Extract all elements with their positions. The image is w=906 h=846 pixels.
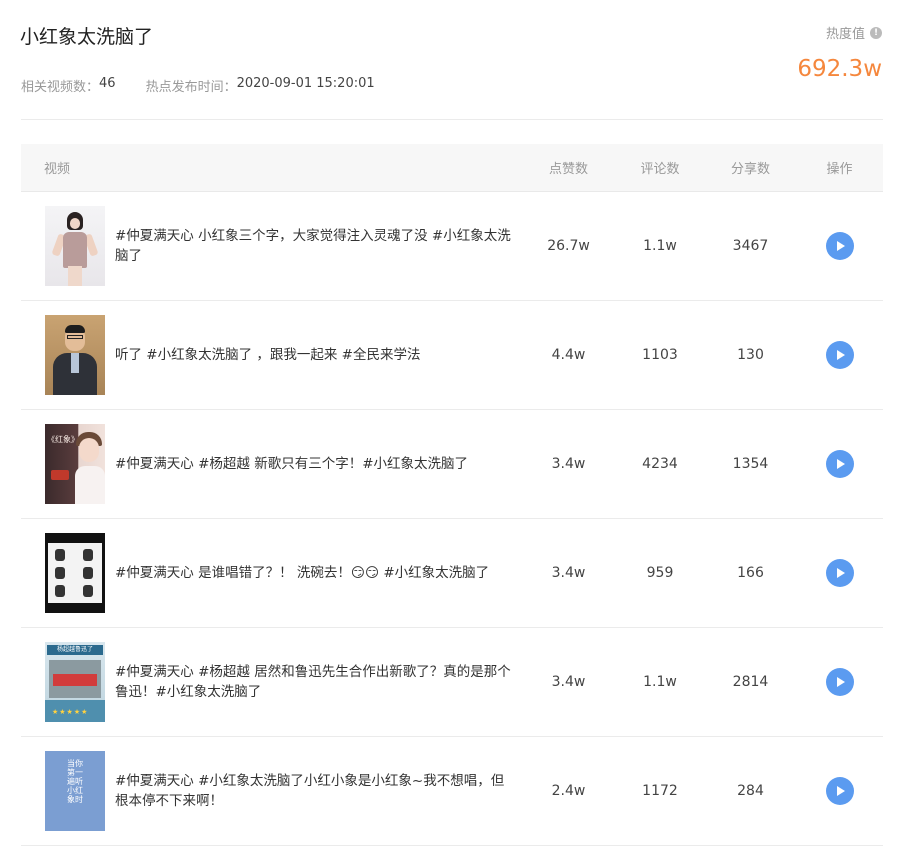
shares-count: 2814 [732, 674, 769, 690]
col-shares: 分享数 [730, 162, 770, 177]
topic-title: 小红象太洗脑了 [20, 26, 154, 48]
thumbnail-caption: 《红象》 [47, 435, 79, 444]
play-icon [836, 459, 845, 469]
star-icon: ★★★★★ [52, 708, 89, 716]
video-count-label: 相关视频数： [21, 80, 100, 95]
shares-count: 3467 [732, 238, 769, 254]
shares-count: 284 [737, 783, 764, 799]
table-row: 听了 #小红象太洗脑了 ，跟我一起来 #全民来学法 4.4w 1103 130 [21, 301, 883, 410]
video-desc[interactable]: #仲夏满天心 #小红象太洗脑了小红小象是小红象~我不想唱，但根本停不下来啊！ [115, 771, 515, 811]
play-button[interactable] [825, 450, 854, 478]
col-likes: 点赞数 [548, 162, 588, 177]
comments-count: 1.1w [643, 674, 677, 690]
col-action: 操作 [826, 162, 853, 177]
play-icon [836, 677, 845, 687]
comments-count: 4234 [642, 456, 678, 472]
video-desc[interactable]: #仲夏满天心 #杨超越 新歌只有三个字！#小红象太洗脑了 [115, 454, 515, 474]
video-count: 46 [99, 76, 116, 91]
thumbnail-banner: 杨超越鲁迅了 [47, 645, 103, 655]
play-button[interactable] [825, 559, 854, 587]
publish-time-label: 热点发布时间： [145, 80, 237, 95]
likes-count: 4.4w [551, 347, 586, 363]
play-button[interactable] [825, 777, 854, 805]
col-video: 视频 [44, 162, 71, 177]
video-cell: 杨超越鲁迅了 ★★★★★ #仲夏满天心 #杨超越 居然和鲁迅先生合作出新歌了？真… [21, 642, 522, 722]
video-thumbnail[interactable] [45, 206, 105, 286]
video-cell: 当你第一遍听小红象时 #仲夏满天心 #小红象太洗脑了小红小象是小红象~我不想唱，… [21, 751, 522, 831]
video-desc[interactable]: #仲夏满天心 是谁唱错了？！ 洗碗去！😏😏 #小红象太洗脑了 [115, 563, 515, 583]
video-table: 视频 点赞数 评论数 分享数 操作 #仲夏满天心 小红象三个字，大家觉得注入灵魂… [21, 144, 883, 846]
table-row: 杨超越鲁迅了 ★★★★★ #仲夏满天心 #杨超越 居然和鲁迅先生合作出新歌了？真… [21, 628, 883, 737]
likes-count: 3.4w [551, 565, 586, 581]
info-icon[interactable]: ! [870, 26, 882, 39]
likes-count: 2.4w [551, 783, 586, 799]
video-thumbnail[interactable] [45, 315, 105, 395]
play-button[interactable] [825, 668, 854, 696]
play-button[interactable] [825, 232, 854, 260]
play-icon [836, 786, 845, 796]
video-thumbnail[interactable] [45, 533, 105, 613]
video-cell: 《红象》 #仲夏满天心 #杨超越 新歌只有三个字！#小红象太洗脑了 [21, 424, 522, 504]
table-row: 当你第一遍听小红象时 #仲夏满天心 #小红象太洗脑了小红小象是小红象~我不想唱，… [21, 737, 883, 846]
col-comments: 评论数 [640, 162, 680, 177]
play-icon [836, 568, 845, 578]
heat-label-text: 热度值 [825, 27, 865, 42]
shares-count: 166 [737, 565, 764, 581]
video-desc[interactable]: #仲夏满天心 #杨超越 居然和鲁迅先生合作出新歌了？真的是那个鲁迅！#小红象太洗… [115, 662, 515, 702]
likes-count: 3.4w [551, 456, 586, 472]
publish-time: 2020-09-01 15:20:01 [236, 76, 375, 91]
likes-count: 3.4w [551, 674, 586, 690]
thumbnail-caption: 当你第一遍听小红象时 [67, 759, 83, 804]
shares-count: 130 [737, 347, 764, 363]
video-thumbnail[interactable]: 《红象》 [45, 424, 105, 504]
topic-meta: 相关视频数： 46 热点发布时间： 2020-09-01 15:20:01 [21, 76, 375, 95]
comments-count: 1.1w [643, 238, 677, 254]
likes-count: 26.7w [547, 238, 590, 254]
table-row: #仲夏满天心 小红象三个字，大家觉得注入灵魂了没 #小红象太洗脑了 26.7w … [21, 192, 883, 301]
heat-label: 热度值 ! [826, 23, 882, 42]
divider [21, 119, 883, 120]
shares-count: 1354 [732, 456, 769, 472]
video-desc[interactable]: 听了 #小红象太洗脑了 ，跟我一起来 #全民来学法 [115, 345, 515, 365]
video-thumbnail[interactable]: 当你第一遍听小红象时 [45, 751, 105, 831]
video-cell: #仲夏满天心 小红象三个字，大家觉得注入灵魂了没 #小红象太洗脑了 [21, 206, 522, 286]
table-header: 视频 点赞数 评论数 分享数 操作 [21, 144, 883, 192]
play-button[interactable] [825, 341, 854, 369]
video-desc[interactable]: #仲夏满天心 小红象三个字，大家觉得注入灵魂了没 #小红象太洗脑了 [115, 226, 515, 266]
play-icon [836, 241, 845, 251]
heat-value: 692.3w [797, 56, 882, 82]
table-row: #仲夏满天心 是谁唱错了？！ 洗碗去！😏😏 #小红象太洗脑了 3.4w 959 … [21, 519, 883, 628]
table-row: 《红象》 #仲夏满天心 #杨超越 新歌只有三个字！#小红象太洗脑了 3.4w 4… [21, 410, 883, 519]
comments-count: 959 [646, 565, 674, 581]
comments-count: 1103 [642, 347, 678, 363]
play-icon [836, 350, 845, 360]
video-cell: 听了 #小红象太洗脑了 ，跟我一起来 #全民来学法 [21, 315, 522, 395]
video-thumbnail[interactable]: 杨超越鲁迅了 ★★★★★ [45, 642, 105, 722]
video-cell: #仲夏满天心 是谁唱错了？！ 洗碗去！😏😏 #小红象太洗脑了 [21, 533, 522, 613]
comments-count: 1172 [642, 783, 678, 799]
